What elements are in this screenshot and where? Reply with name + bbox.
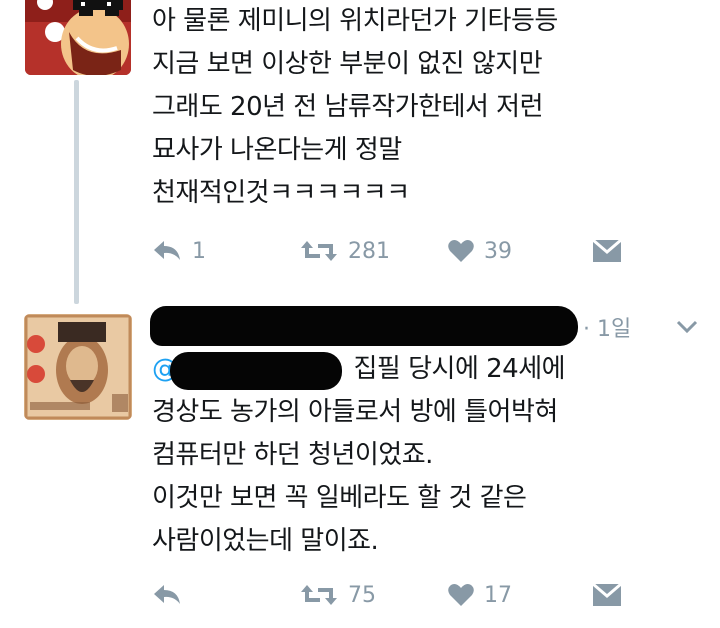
reply-button[interactable]: 1 (152, 234, 206, 268)
like-button[interactable]: 39 (448, 234, 512, 268)
retweet-button[interactable]: 75 (300, 578, 376, 612)
like-count: 39 (484, 238, 512, 264)
tweet-timestamp[interactable]: · 1일 (583, 311, 631, 343)
tweet-1-line: 지금 보면 이상한 부분이 없진 않지만 (152, 49, 543, 79)
envelope-icon (592, 583, 622, 606)
retweet-count: 281 (348, 238, 390, 264)
envelope-icon (592, 239, 622, 262)
user-avatar-2[interactable] (24, 314, 132, 420)
tweet-2-line: 경상도 농가의 아들로서 방에 틀어박혀 (152, 397, 558, 427)
reply-button[interactable] (152, 578, 192, 612)
retweet-icon (301, 585, 337, 605)
tweet-1-line: 아 물론 제미니의 위치라던가 기타등등 (152, 6, 558, 36)
thread-connector-line (74, 80, 79, 304)
user-avatar-1[interactable] (25, 0, 131, 75)
retweet-count: 75 (348, 582, 376, 608)
chevron-down-icon[interactable] (676, 320, 698, 334)
tweet-1-actions: 1 281 39 (152, 234, 632, 268)
reply-icon (154, 585, 180, 604)
tweet-2-line: 이것만 보면 꼭 일베라도 할 것 같은 (152, 483, 527, 513)
like-button[interactable]: 17 (448, 578, 512, 612)
redacted-mention (170, 352, 342, 390)
tweet-1-line: 묘사가 나온다는게 정말 (152, 135, 402, 165)
retweet-icon (301, 241, 337, 261)
heart-icon (448, 584, 474, 606)
redacted-username (150, 306, 578, 346)
tweet-2-actions: 75 17 (152, 578, 632, 612)
tweet-2-line: 사람이었는데 말이죠. (152, 526, 379, 556)
retweet-button[interactable]: 281 (300, 234, 390, 268)
direct-message-button[interactable] (592, 234, 622, 268)
tweet-1-line: 그래도 20년 전 남류작가한테서 저런 (152, 92, 544, 122)
tweet-1-line: 천재적인것ㅋㅋㅋㅋㅋㅋ (152, 178, 410, 208)
tweet-2-line: 컴퓨터만 하던 청년이었죠. (152, 440, 433, 470)
reply-count: 1 (192, 238, 206, 264)
like-count: 17 (484, 582, 512, 608)
tweet-2-first-line-text: 집필 당시에 24세에 (353, 354, 566, 384)
banknote-avatar-icon (24, 314, 132, 420)
direct-message-button[interactable] (592, 578, 622, 612)
tweet-1-text: 아 물론 제미니의 위치라던가 기타등등 지금 보면 이상한 부분이 없진 않지… (152, 0, 558, 215)
reply-icon (154, 241, 180, 260)
cartoon-avatar-icon (25, 0, 131, 75)
heart-icon (448, 240, 474, 262)
